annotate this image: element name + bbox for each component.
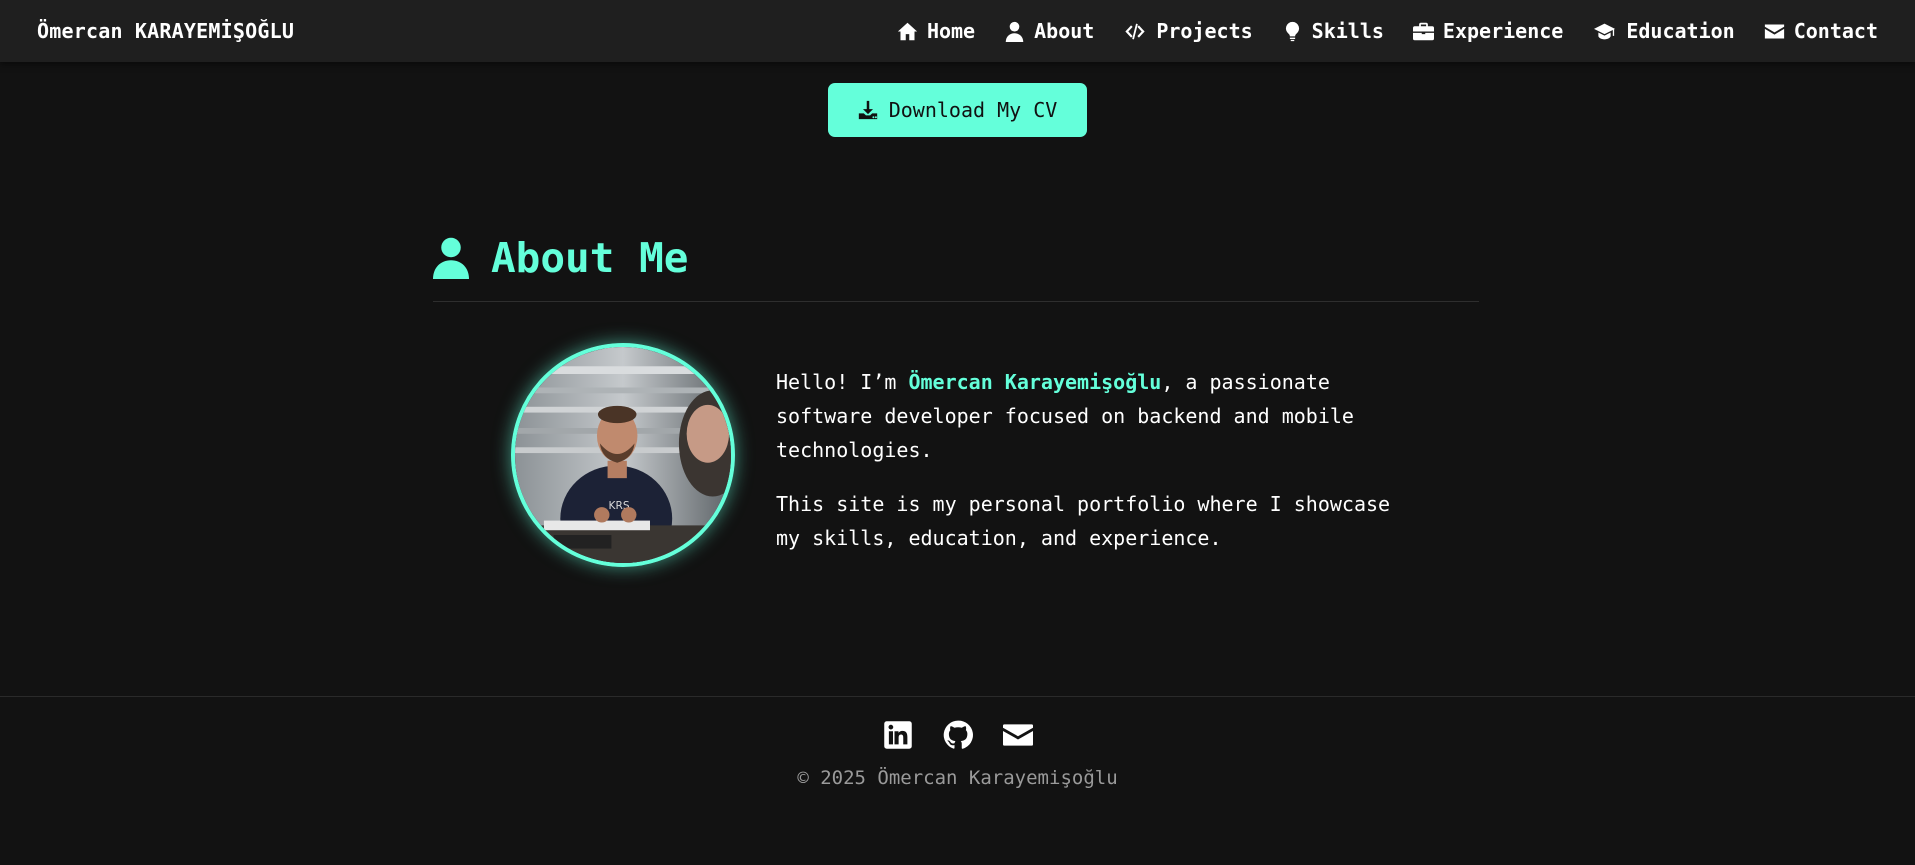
graduation-cap-icon [1594,23,1616,39]
user-icon [1005,21,1024,42]
nav-item-label: Projects [1156,19,1253,43]
nav-item-skills[interactable]: Skills [1282,19,1384,43]
about-section: About Me KRS Hello! I’m Ömercan Karayemi… [433,230,1479,567]
social-links [0,720,1915,750]
code-icon [1125,23,1145,39]
section-divider [433,301,1479,302]
nav-item-label: Skills [1311,19,1384,43]
brand-name[interactable]: Ömercan KARAYEMİŞOĞLU [37,19,294,43]
nav-item-projects[interactable]: Projects [1123,19,1253,43]
navbar: Ömercan KARAYEMİŞOĞLU Home About Project… [0,0,1915,62]
user-icon [433,237,469,279]
github-link[interactable] [943,720,973,750]
lightbulb-icon [1285,21,1299,41]
download-cv-label: Download My CV [888,98,1058,122]
nav-item-experience[interactable]: Experience [1412,19,1564,43]
about-text: Hello! I’m Ömercan Karayemişoğlu, a pass… [776,365,1416,575]
footer: © 2025 Ömercan Karayemişoğlu [0,696,1915,865]
nav-item-education[interactable]: Education [1592,19,1735,43]
home-icon [897,22,918,40]
nav-item-label: Contact [1793,19,1878,43]
nav-item-contact[interactable]: Contact [1764,19,1878,43]
nav-item-label: Education [1626,19,1735,43]
nav-item-label: Home [926,19,976,43]
download-icon [858,100,877,120]
section-title-text: About Me [491,234,689,282]
copyright-text: © 2025 Ömercan Karayemişoğlu [797,767,1118,789]
linkedin-icon [883,721,912,749]
email-link[interactable] [1002,720,1033,750]
about-paragraph-2: This site is my personal portfolio where… [776,492,1391,550]
nav-item-about[interactable]: About [1004,19,1094,43]
nav-item-home[interactable]: Home [897,19,975,43]
section-title: About Me [433,230,1479,286]
nav-links: Home About Projects Skills Experience Ed… [897,19,1878,43]
download-cv-button[interactable]: Download My CV [827,83,1088,137]
nav-item-label: About [1034,19,1095,43]
envelope-icon [1764,24,1784,38]
profile-photo-image: KRS [515,347,731,563]
intro-text-start: Hello! I’m [776,370,909,394]
about-intro: Hello! I’m Ömercan Karayemişoğlu, a pass… [776,365,1416,467]
github-icon [943,720,973,749]
profile-photo: KRS [511,343,735,567]
linkedin-link[interactable] [883,720,913,750]
envelope-icon [1002,724,1033,746]
nav-item-label: Experience [1442,19,1564,43]
cv-button-container: Download My CV [0,83,1915,137]
briefcase-icon [1412,22,1434,40]
highlighted-name: Ömercan Karayemişoğlu [908,370,1162,394]
